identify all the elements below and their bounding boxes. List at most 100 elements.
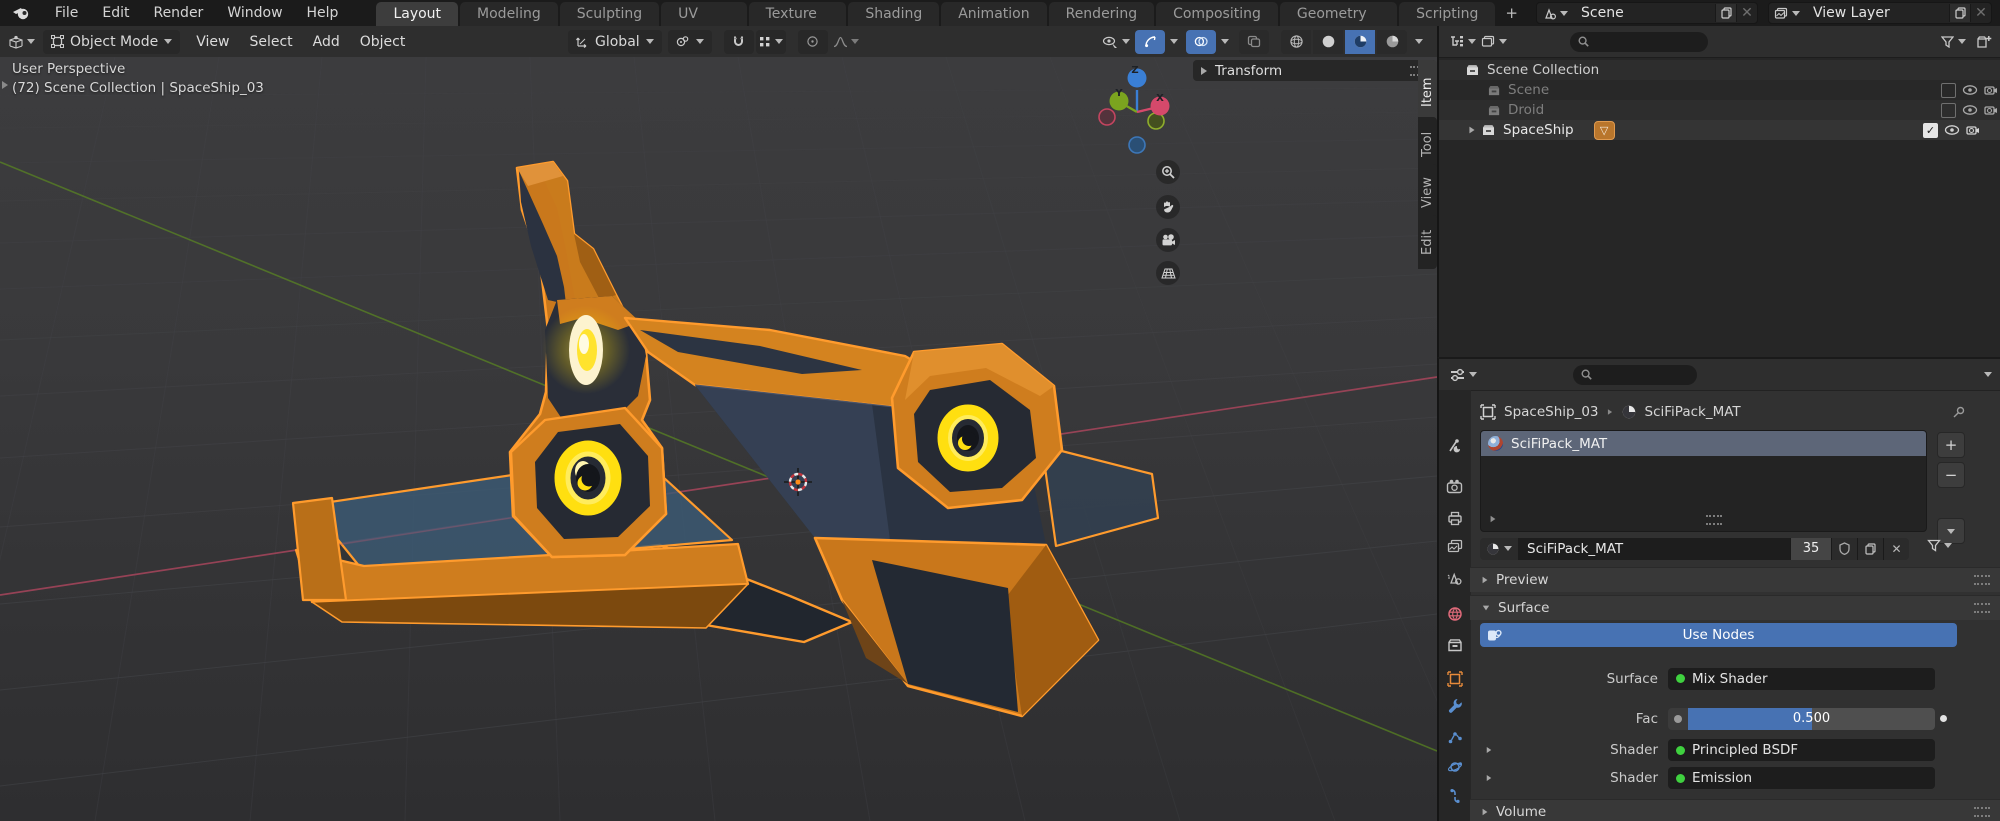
new-collection-button[interactable] [1976,35,1992,49]
workspace-tab-compositing[interactable]: Compositing [1156,2,1278,26]
camera-view-button[interactable] [1156,228,1180,252]
workspace-tab-rendering[interactable]: Rendering [1049,2,1155,26]
breadcrumb-object[interactable]: SpaceShip_03 [1504,404,1599,420]
transform-panel-header[interactable]: Transform [1193,60,1434,81]
tab-output[interactable] [1444,508,1465,529]
slot-list-resize-grip[interactable] [1706,515,1722,525]
expand-arrow[interactable] [1469,127,1474,134]
shading-rendered-button[interactable] [1377,30,1407,54]
exclude-checkbox[interactable] [1941,103,1956,118]
overlays-dropdown[interactable] [1221,39,1229,44]
show-overlays-toggle[interactable] [1186,30,1216,54]
menu-edit[interactable]: Edit [90,0,141,26]
remove-view-layer-button[interactable]: ✕ [1970,4,1991,22]
surface-shader-dropdown[interactable]: Mix Shader [1668,668,1935,690]
workspace-tab-scripting[interactable]: Scripting [1399,2,1495,26]
tab-scene[interactable] [1444,568,1465,589]
new-material-button[interactable] [1857,538,1883,560]
shading-wireframe-button[interactable] [1281,30,1311,54]
tab-tool[interactable] [1444,435,1465,456]
menu-add[interactable]: Add [303,30,350,54]
menu-select[interactable]: Select [239,30,302,54]
sidebar-tab-item[interactable]: Item [1418,60,1437,124]
menu-view[interactable]: View [186,30,239,54]
properties-editor-type-button[interactable] [1449,368,1477,382]
fac-socket-button[interactable] [1668,708,1688,730]
browse-material-button[interactable] [1480,538,1518,560]
scene-selector[interactable]: Scene ✕ [1536,2,1758,24]
properties-search-input[interactable] [1573,365,1697,385]
eye-icon[interactable] [1944,124,1960,136]
menu-help[interactable]: Help [295,0,351,26]
fac-keyframe-dot[interactable] [1940,715,1947,722]
add-slot-button[interactable]: + [1937,432,1965,458]
shader1-dropdown[interactable]: Principled BSDF [1668,739,1935,761]
view-layer-selector[interactable]: View Layer ✕ [1768,2,1992,24]
material-name-field[interactable]: SciFiPack_MAT [1518,538,1790,560]
workspace-tab-texture-paint[interactable]: Texture Paint [749,2,847,26]
panel-volume[interactable]: Volume [1470,799,2000,821]
snap-toggle[interactable] [724,30,754,54]
tab-constraints[interactable] [1444,785,1465,806]
eye-icon[interactable] [1962,84,1978,96]
tab-object-data[interactable] [1444,817,1465,821]
pin-icon[interactable] [1952,405,1966,419]
menu-file[interactable]: File [43,0,90,26]
shading-dropdown[interactable] [1415,39,1423,44]
zoom-button[interactable] [1156,160,1180,184]
filter-dropdown[interactable] [1958,39,1966,44]
workspace-tab-uv-editing[interactable]: UV Editing [661,2,747,26]
breadcrumb-material[interactable]: SciFiPack_MAT [1645,404,1741,420]
workspace-tab-sculpting[interactable]: Sculpting [560,2,659,26]
proportional-editing-toggle[interactable] [798,30,828,54]
toolbar-expand-arrow[interactable] [2,81,8,89]
material-specials-dropdown[interactable] [1927,539,1952,552]
exclude-checkbox[interactable] [1941,83,1956,98]
viewport-canvas[interactable]: User Perspective (72) Scene Collection |… [0,57,1437,821]
spaceship-model[interactable] [293,162,1158,716]
tab-physics[interactable] [1444,756,1465,777]
add-workspace-button[interactable]: + [1497,2,1526,26]
shader2-dropdown[interactable]: Emission [1668,767,1935,789]
outliner-row-spaceship[interactable]: SpaceShip ▽ ✓ [1439,120,2000,140]
panel-surface[interactable]: Surface [1470,595,2000,620]
tab-object[interactable] [1444,668,1465,689]
outliner-row-scene-collection[interactable]: Scene Collection [1439,60,2000,80]
editor-type-button[interactable] [8,35,35,49]
pan-button[interactable] [1156,195,1180,219]
panel-preview[interactable]: Preview [1470,567,2000,592]
menu-window[interactable]: Window [215,0,294,26]
filter-icon[interactable] [1941,36,1954,48]
sidebar-tab-edit[interactable]: Edit [1418,215,1437,269]
fac-slider[interactable]: 0.500 [1688,708,1935,730]
outliner-row-scene[interactable]: Scene [1439,80,2000,100]
sidebar-tab-view[interactable]: View [1418,164,1437,222]
transform-orientation-dropdown[interactable]: Global [568,30,662,54]
unlink-material-button[interactable]: ✕ [1883,538,1909,560]
material-slot-selected[interactable]: SciFiPack_MAT [1481,431,1926,456]
outliner-row-droid[interactable]: Droid [1439,100,2000,120]
shading-material-preview-button[interactable] [1345,30,1375,54]
tab-render[interactable] [1444,476,1465,497]
slot-list-expand-arrow[interactable] [1491,516,1496,522]
menu-render[interactable]: Render [141,0,215,26]
gizmo-dropdown[interactable] [1170,39,1178,44]
tab-world[interactable] [1444,603,1465,624]
properties-options-dropdown[interactable] [1984,372,1992,377]
show-gizmo-toggle[interactable] [1135,30,1165,54]
unlink-scene-button[interactable]: ✕ [1736,4,1757,22]
camera-restrict-icon[interactable] [1984,104,1998,116]
mode-dropdown[interactable]: Object Mode [43,30,180,54]
eye-icon[interactable] [1962,104,1978,116]
new-view-layer-button[interactable] [1949,4,1970,22]
pivot-point-dropdown[interactable] [668,30,712,54]
fake-user-button[interactable] [1831,538,1857,560]
workspace-tab-animation[interactable]: Animation [941,2,1046,26]
outliner-display-mode-button[interactable] [1481,35,1507,48]
camera-restrict-icon[interactable] [1984,84,1998,96]
blender-logo-icon[interactable] [0,6,43,20]
new-scene-button[interactable] [1715,4,1736,22]
shading-solid-button[interactable] [1313,30,1343,54]
outliner-search-input[interactable] [1570,32,1708,52]
xray-toggle[interactable] [1239,30,1269,54]
